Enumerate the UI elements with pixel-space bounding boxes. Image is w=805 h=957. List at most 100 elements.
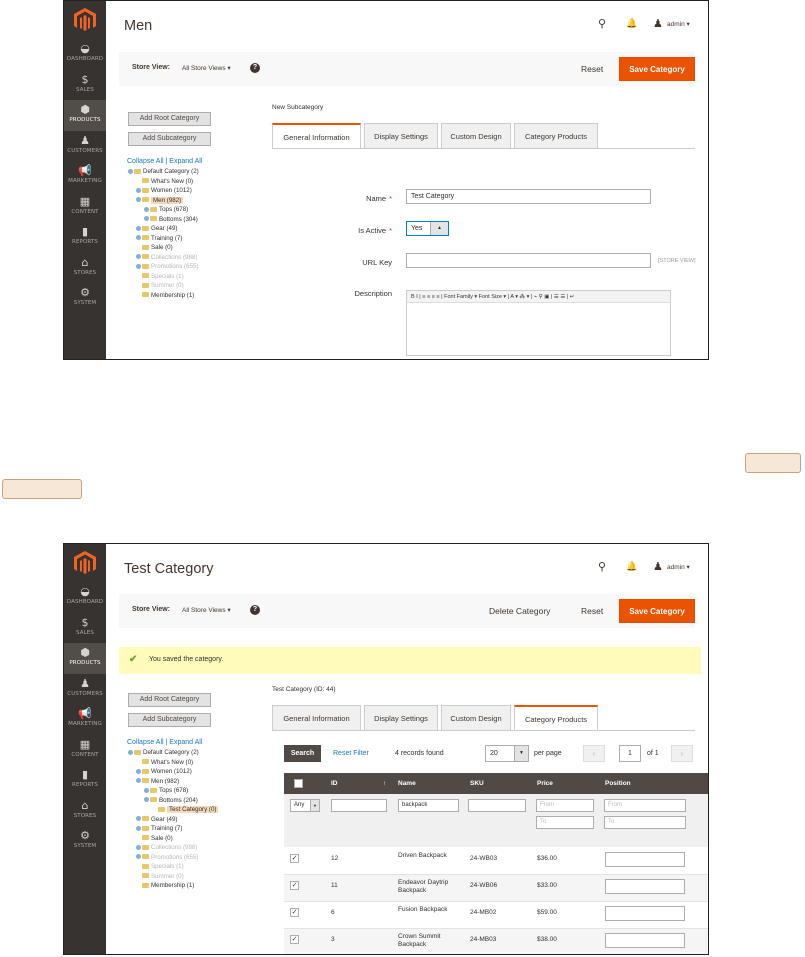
tree-node[interactable]: Women (1012) (128, 186, 199, 196)
tree-node[interactable]: Gear (49) (128, 224, 199, 234)
expand-icon[interactable] (136, 225, 141, 231)
row-checkbox[interactable]: ✓ (290, 854, 299, 863)
add-root-category-button[interactable]: Add Root Category (128, 112, 211, 126)
tab-general-information[interactable]: General Information (272, 123, 361, 149)
nav-content[interactable]: ▦ CONTENT (64, 192, 106, 223)
admin-menu[interactable]: admin ▾ (667, 563, 690, 571)
expand-icon[interactable] (128, 168, 133, 174)
save-category-button[interactable]: Save Category (619, 57, 695, 81)
expand-icon[interactable] (136, 235, 141, 241)
reset-button[interactable]: Reset (581, 606, 603, 616)
tree-node[interactable]: Training (7) (128, 234, 199, 244)
nav-system[interactable]: ⚙ SYSTEM (64, 826, 106, 857)
select-all-checkbox[interactable] (294, 779, 303, 788)
tree-node[interactable]: Bottoms (304) (128, 215, 199, 225)
collapse-expand-links[interactable]: Collapse All | Expand All (127, 739, 202, 746)
tree-node[interactable]: Summer (0) (128, 872, 218, 882)
tree-node[interactable]: Default Category (2) (128, 748, 218, 758)
tree-node[interactable]: Gear (49) (128, 815, 218, 825)
reset-button[interactable]: Reset (581, 64, 603, 74)
name-input[interactable]: Test Category (406, 189, 651, 204)
position-from-input[interactable]: From (604, 799, 686, 812)
nav-dashboard[interactable]: ◒ DASHBOARD (64, 582, 106, 613)
tree-node[interactable]: Summer (0) (128, 281, 199, 291)
expand-icon[interactable] (136, 844, 141, 850)
expand-icon[interactable] (144, 206, 149, 212)
save-category-button[interactable]: Save Category (619, 599, 695, 623)
sku-filter-input[interactable] (468, 799, 526, 812)
price-to-input[interactable]: To (536, 816, 594, 829)
next-page-button[interactable]: › (671, 745, 693, 762)
expand-icon[interactable] (136, 825, 141, 831)
reset-filter-link[interactable]: Reset Filter (333, 750, 369, 757)
tree-node[interactable]: Test Category (0) (128, 805, 219, 815)
expand-icon[interactable] (136, 263, 141, 269)
in-category-filter[interactable]: Any ▼ (290, 799, 320, 812)
nav-products[interactable]: ⬢ PRODUCTS (64, 643, 106, 674)
expand-icon[interactable] (144, 216, 149, 222)
col-name[interactable]: Name (398, 780, 416, 787)
position-input[interactable] (605, 852, 685, 867)
nav-marketing[interactable]: 📢 MARKETING (64, 704, 106, 735)
prev-page-button[interactable]: ‹ (583, 745, 605, 762)
position-input[interactable] (605, 933, 685, 948)
store-view-switcher[interactable]: All Store Views ▾ (182, 64, 231, 72)
search-icon[interactable]: ⚲ (598, 560, 606, 573)
tab-display-settings[interactable]: Display Settings (364, 123, 438, 149)
tree-node[interactable]: Membership (1) (128, 881, 218, 891)
col-price[interactable]: Price (537, 780, 553, 787)
tree-node[interactable]: Membership (1) (128, 291, 199, 301)
collapse-expand-links[interactable]: Collapse All | Expand All (127, 158, 202, 165)
tree-node[interactable]: Specials (1) (128, 862, 218, 872)
tab-custom-design[interactable]: Custom Design (441, 705, 511, 731)
nav-reports[interactable]: ▮ REPORTS (64, 222, 106, 253)
add-subcategory-button[interactable]: Add Subcategory (128, 713, 211, 727)
nav-sales[interactable]: $ SALES (64, 613, 106, 644)
tree-node[interactable]: Collections (988) (128, 843, 218, 853)
expand-icon[interactable] (136, 854, 141, 860)
expand-icon[interactable] (136, 778, 141, 784)
col-sku[interactable]: SKU (470, 780, 484, 787)
tree-node[interactable]: Collections (988) (128, 253, 199, 263)
nav-stores[interactable]: ⌂ STORES (64, 796, 106, 827)
id-filter-input[interactable] (331, 799, 387, 812)
nav-dashboard[interactable]: ◒ DASHBOARD (64, 39, 106, 70)
nav-stores[interactable]: ⌂ STORES (64, 253, 106, 284)
expand-icon[interactable] (136, 187, 141, 193)
tree-node[interactable]: What's New (0) (128, 177, 199, 187)
add-subcategory-button[interactable]: Add Subcategory (128, 132, 211, 146)
nav-content[interactable]: ▦ CONTENT (64, 735, 106, 766)
expand-icon[interactable] (144, 797, 149, 803)
nav-sales[interactable]: $ SALES (64, 70, 106, 101)
tree-node[interactable]: Training (7) (128, 824, 218, 834)
price-from-input[interactable]: From (536, 799, 594, 812)
nav-system[interactable]: ⚙ SYSTEM (64, 283, 106, 314)
bell-icon[interactable]: 🔔 (626, 561, 637, 572)
position-input[interactable] (605, 906, 685, 921)
expand-icon[interactable] (136, 816, 141, 822)
tree-node[interactable]: Promotions (655) (128, 853, 218, 863)
tree-node[interactable]: What's New (0) (128, 758, 218, 768)
tree-node[interactable]: Sale (0) (128, 243, 199, 253)
tree-node[interactable]: Specials (1) (128, 272, 199, 282)
tree-node[interactable]: Sale (0) (128, 834, 218, 844)
expand-icon[interactable] (144, 787, 149, 793)
is-active-select[interactable]: Yes ▲ (406, 221, 449, 236)
expand-icon[interactable] (136, 768, 141, 774)
tab-category-products[interactable]: Category Products (514, 123, 598, 149)
page-number-input[interactable]: 1 (619, 745, 641, 762)
tree-node[interactable]: Tops (678) (128, 205, 199, 215)
tree-node[interactable]: Bottoms (204) (128, 796, 218, 806)
tab-category-products[interactable]: Category Products (514, 705, 598, 731)
help-icon[interactable]: ? (250, 63, 260, 73)
nav-marketing[interactable]: 📢 MARKETING (64, 161, 106, 192)
description-editor[interactable]: B I | ≡ ≡ ≡ ≡ | Font Family ▾ Font Size … (406, 290, 671, 356)
bell-icon[interactable]: 🔔 (626, 18, 637, 29)
position-input[interactable] (605, 879, 685, 894)
store-view-switcher[interactable]: All Store Views ▾ (182, 606, 231, 614)
tree-node[interactable]: Promotions (655) (128, 262, 199, 272)
admin-menu[interactable]: admin ▾ (667, 20, 690, 28)
name-filter-input[interactable]: backpack (398, 799, 459, 812)
tab-custom-design[interactable]: Custom Design (441, 123, 511, 149)
delete-category-button[interactable]: Delete Category (489, 606, 550, 616)
